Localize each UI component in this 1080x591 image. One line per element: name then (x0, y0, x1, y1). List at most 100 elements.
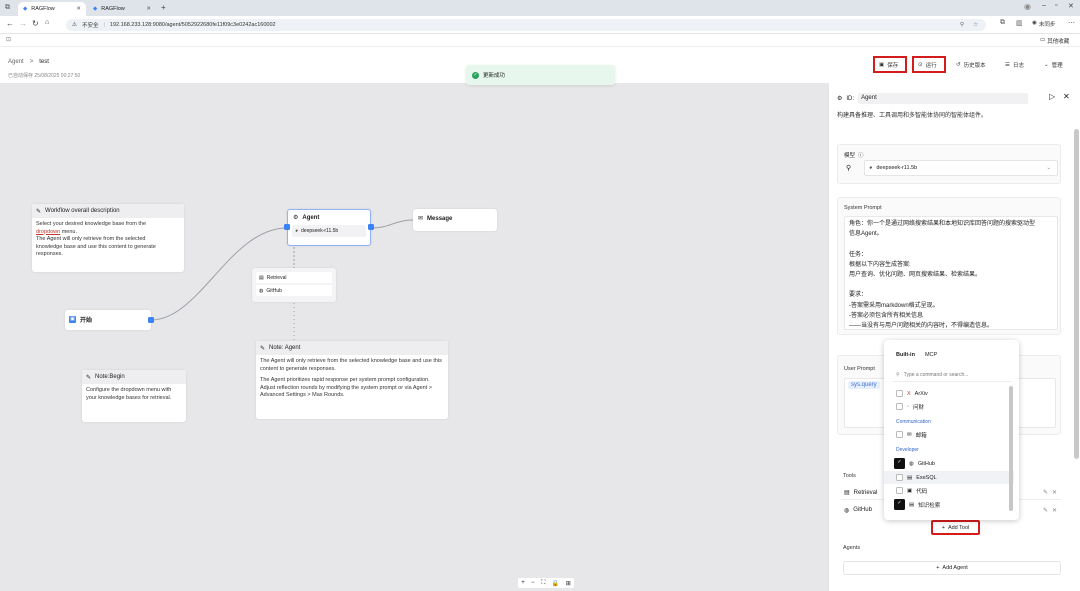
lock-icon[interactable]: 🔒 (552, 580, 559, 587)
chevron-down-icon: ⌄ (1044, 61, 1049, 68)
checkbox-checked[interactable]: ✓ (894, 458, 905, 469)
tool-item-github[interactable]: ◍ GitHub (256, 285, 332, 296)
tool-option-exesql[interactable]: ▤ ExeSQL (884, 471, 1014, 484)
wencai-icon: ▫ (907, 403, 909, 410)
manage-button[interactable]: ⌄ 管理 (1040, 56, 1067, 73)
fit-view-icon[interactable]: ⛶ (541, 580, 545, 587)
profile-icon[interactable]: ◉ (1024, 2, 1031, 11)
url-field[interactable]: ⚠ 不安全 | 192.168.233.128:9080/agent/50529… (66, 19, 986, 31)
run-button[interactable]: ⊙ 运行 (912, 56, 946, 73)
agent-node[interactable]: ⚙ Agent ◕ deepseek-r11.5b (284, 209, 374, 246)
checkbox-checked[interactable]: ✓ (894, 499, 905, 510)
save-button[interactable]: ▣ 保存 (873, 56, 907, 73)
profile-sync[interactable]: ◉ 未同步 (1032, 20, 1055, 28)
close-icon[interactable]: ✕ (76, 6, 81, 12)
message-node[interactable]: ✉ Message (413, 209, 497, 231)
tool-item-retrieval[interactable]: ▤ Retrieval (256, 272, 332, 283)
bookmark-bar: ⊡ ▭ 其他收藏 (0, 34, 1080, 47)
close-panel-icon[interactable]: ✕ (1063, 92, 1070, 101)
database-icon: ▤ (907, 474, 913, 481)
search-icon: ⚲ (896, 372, 900, 378)
tab-builtin[interactable]: Built-in (896, 352, 915, 358)
tool-option-github[interactable]: ✓ ◍ GitHub (884, 457, 1014, 470)
browser-tab[interactable]: ◆ RAGFlow ✕ (88, 2, 156, 16)
retrieval-icon: ▤ (259, 274, 264, 281)
breadcrumb-root[interactable]: Agent (8, 59, 24, 65)
menu-icon[interactable]: ⋯ (1068, 19, 1075, 27)
minimize-icon[interactable]: – (1042, 2, 1046, 9)
tool-option-email[interactable]: ✉ 邮箱 (884, 428, 1014, 441)
plus-icon: + (941, 524, 945, 531)
extensions-icon[interactable]: ⧉ (1000, 19, 1005, 27)
play-circle-icon: ⊙ (918, 61, 923, 68)
agent-output-port[interactable] (368, 224, 374, 230)
tool-option-retrieval[interactable]: ✓ ▤ 知识检索 (884, 498, 1014, 511)
note-agent[interactable]: ✎ Note: Agent The Agent will only retrie… (256, 341, 448, 419)
add-tool-button[interactable]: + Add Tool (931, 520, 980, 535)
home-icon[interactable]: ⌂ (45, 19, 49, 26)
dropdown-scrollbar[interactable] (1009, 386, 1013, 511)
other-bookmarks[interactable]: ▭ 其他收藏 (1040, 37, 1069, 45)
edge-agent-message (370, 219, 414, 229)
panel-scrollbar[interactable] (1074, 129, 1079, 459)
close-icon[interactable]: ✕ (146, 6, 151, 12)
split-icon[interactable]: ▥ (1016, 19, 1023, 27)
command-search[interactable]: ⚲ (892, 369, 1012, 382)
checkbox[interactable] (896, 474, 903, 481)
tool-option-wencai[interactable]: ▫ 问财 (884, 400, 1014, 413)
agent-icon: ⚙ (293, 215, 299, 221)
checkbox[interactable] (896, 431, 903, 438)
tool-option-arxiv[interactable]: X ArXiv (884, 387, 1014, 400)
begin-output-port[interactable] (148, 317, 154, 323)
star-icon[interactable]: ☆ (973, 22, 978, 28)
tab-mcp[interactable]: MCP (925, 352, 937, 358)
checkbox[interactable] (896, 390, 903, 397)
history-button[interactable]: ↺ 历史版本 (952, 56, 990, 73)
maximize-icon[interactable]: ▫ (1055, 2, 1057, 9)
checkbox[interactable] (896, 403, 903, 410)
history-icon: ↺ (956, 61, 961, 68)
tool-option-code[interactable]: ▣ 代码 (884, 484, 1014, 497)
window-close-icon[interactable]: ✕ (1068, 2, 1074, 10)
browser-tab-active[interactable]: ◆ RAGFlow ✕ (18, 2, 86, 16)
note-begin[interactable]: ✎ Note:Begin Configure the dropdown menu… (82, 370, 186, 422)
begin-node[interactable]: ▣ 开始 (65, 310, 154, 330)
list-icon: ☰ (1005, 61, 1010, 68)
delete-icon[interactable]: ✕ (1052, 507, 1057, 514)
bookmark-icon[interactable]: ⊡ (6, 36, 11, 43)
new-tab-icon[interactable]: + (161, 3, 166, 12)
warning-icon: ⚠ (72, 22, 77, 28)
id-input[interactable]: Agent (858, 93, 1029, 104)
filter-icon[interactable]: ⚲ (846, 164, 851, 172)
dropdown-tabs: Built-in MCP (896, 352, 937, 358)
location-icon[interactable]: ⚲ (960, 22, 964, 28)
forward-icon[interactable]: → (19, 19, 27, 28)
zoom-out-icon[interactable]: − (531, 580, 535, 586)
plus-icon: + (936, 565, 940, 571)
checkbox[interactable] (896, 487, 903, 494)
note-workflow-description[interactable]: ✎ Workflow overall description Select yo… (32, 204, 184, 272)
grid-icon[interactable]: ⊞ (566, 580, 571, 587)
reload-icon[interactable]: ↻ (32, 19, 39, 28)
back-icon[interactable]: ← (6, 19, 14, 28)
retrieval-icon: ▤ (909, 501, 915, 508)
variable-chip: sys.query (848, 381, 880, 389)
add-agent-button[interactable]: + Add Agent (843, 561, 1061, 575)
tab-actions-icon[interactable]: ⧉ (5, 4, 10, 12)
edit-icon[interactable]: ✎ (1043, 507, 1048, 514)
github-icon: ◍ (909, 460, 914, 467)
zoom-in-icon[interactable]: + (521, 580, 525, 586)
delete-icon[interactable]: ✕ (1052, 489, 1057, 496)
command-search-input[interactable] (903, 372, 1004, 378)
agent-input-port[interactable] (284, 224, 290, 230)
agent-tools-node[interactable]: ▤ Retrieval ◍ GitHub (252, 268, 336, 302)
workflow-canvas[interactable]: ✓ 更新成功 ✎ Workflow overall description Se… (0, 65, 828, 591)
chevron-down-icon: ⌄ (1046, 165, 1051, 171)
note-title: Workflow overall description (45, 208, 120, 214)
edit-icon[interactable]: ✎ (1043, 489, 1048, 496)
model-select[interactable]: ◕ deepseek-r11.5b ⌄ (864, 160, 1058, 176)
logs-button[interactable]: ☰ 日志 (1001, 56, 1028, 73)
system-prompt-editor[interactable]: 角色：你一个是通过网络搜索结果和本地知识库回答问题的搜索驱动型 信息Agent。… (844, 216, 1058, 330)
run-node-icon[interactable]: ▷ (1049, 92, 1055, 101)
message-icon: ✉ (418, 216, 424, 222)
